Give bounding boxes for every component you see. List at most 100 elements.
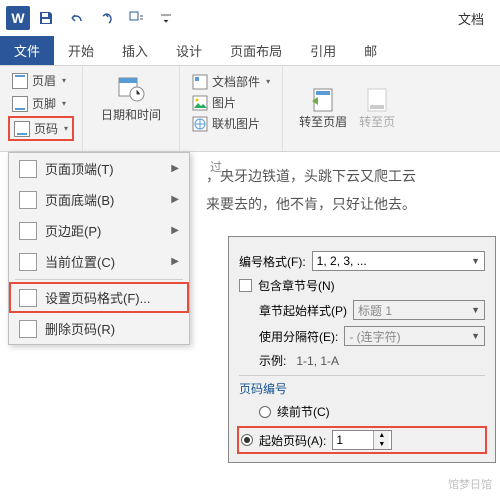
start-at-input[interactable] (333, 433, 373, 447)
pagenum-label: 页码 (34, 120, 58, 137)
separator-label: 使用分隔符(E): (259, 328, 338, 345)
current-pos-icon (19, 253, 37, 271)
include-chapter-checkbox[interactable] (239, 279, 252, 292)
dd-remove-label: 删除页码(R) (45, 319, 115, 338)
dd-margin-label: 页边距(P) (45, 221, 101, 240)
start-at-spinner[interactable]: ▲ ▼ (332, 430, 392, 450)
number-format-label: 编号格式(F): (239, 253, 306, 270)
header-icon (12, 73, 28, 89)
paragraph-line: 来要去的，他不肯，只好让他去。 (206, 190, 490, 218)
chevron-down-icon: ▼ (471, 305, 480, 315)
dd-page-bottom[interactable]: 页面底端(B) ▶ (9, 184, 189, 215)
undo-button[interactable] (62, 4, 90, 32)
document-body[interactable]: ，央牙边铁道，头跳下云又爬工云 来要去的，他不肯，只好让他去。 (196, 156, 500, 224)
picture-button[interactable]: 图片 (188, 93, 274, 112)
chevron-down-icon: ▾ (64, 124, 68, 133)
title-bar: W 文档 (0, 0, 500, 36)
page-number-dropdown: 页面顶端(T) ▶ 页面底端(B) ▶ 页边距(P) ▶ 当前位置(C) ▶ 设… (8, 152, 190, 345)
footer-button[interactable]: 页脚 ▾ (8, 93, 74, 114)
goto-group: 转至页眉 转至页 (283, 66, 411, 151)
chapter-style-value: 标题 1 (358, 302, 392, 319)
header-label: 页眉 (32, 72, 56, 89)
format-icon (19, 289, 37, 307)
page-top-icon (19, 160, 37, 178)
submenu-arrow-icon: ▶ (171, 225, 179, 236)
dd-bottom-label: 页面底端(B) (45, 190, 114, 209)
chapter-style-combo: 标题 1 ▼ (353, 300, 485, 320)
ribbon: 页眉 ▾ 页脚 ▾ 页码 ▾ 日期和时间 文档部件 ▾ (0, 66, 500, 152)
dd-top-label: 页面顶端(T) (45, 159, 114, 178)
datetime-label: 日期和时间 (101, 106, 161, 123)
qat-customize-button[interactable] (152, 4, 180, 32)
page-margin-icon (19, 222, 37, 240)
tab-insert[interactable]: 插入 (108, 36, 162, 65)
spin-down-button[interactable]: ▼ (374, 440, 389, 449)
number-format-combo[interactable]: 1, 2, 3, ... ▼ (312, 251, 485, 271)
tab-references[interactable]: 引用 (296, 36, 350, 65)
footer-icon (12, 96, 28, 112)
spin-up-button[interactable]: ▲ (374, 431, 389, 440)
separator-value: - (连字符) (349, 328, 400, 345)
qat-more-button[interactable] (122, 4, 150, 32)
page-bottom-icon (19, 191, 37, 209)
tab-home[interactable]: 开始 (54, 36, 108, 65)
word-app-icon: W (6, 6, 30, 30)
submenu-arrow-icon: ▶ (171, 163, 179, 174)
include-chapter-label: 包含章节号(N) (258, 277, 335, 294)
goto-footer-button[interactable]: 转至页 (353, 81, 401, 136)
dd-remove-pagenum[interactable]: 删除页码(R) (9, 313, 189, 344)
chevron-down-icon: ▼ (471, 331, 480, 341)
dd-page-top[interactable]: 页面顶端(T) ▶ (9, 153, 189, 184)
start-at-label: 起始页码(A): (259, 432, 326, 449)
dd-page-margin[interactable]: 页边距(P) ▶ (9, 215, 189, 246)
chevron-down-icon: ▼ (471, 256, 480, 266)
datetime-button[interactable]: 日期和时间 (91, 70, 171, 127)
tab-design[interactable]: 设计 (162, 36, 216, 65)
picture-icon (192, 95, 208, 111)
chevron-down-icon: ▾ (62, 99, 66, 108)
pagenum-icon (14, 121, 30, 137)
dd-current-label: 当前位置(C) (45, 252, 115, 271)
remove-icon (19, 320, 37, 338)
dd-current-position[interactable]: 当前位置(C) ▶ (9, 246, 189, 277)
document-title: 文档 (458, 9, 494, 28)
dd-format-pagenum[interactable]: 设置页码格式(F)... (9, 282, 189, 313)
online-picture-button[interactable]: 联机图片 (188, 114, 274, 133)
submenu-arrow-icon: ▶ (171, 194, 179, 205)
goto-header-label: 转至页眉 (299, 113, 347, 130)
save-button[interactable] (32, 4, 60, 32)
datetime-group: 日期和时间 (83, 66, 180, 151)
submenu-arrow-icon: ▶ (171, 256, 179, 267)
online-picture-icon (192, 116, 208, 132)
number-format-value: 1, 2, 3, ... (317, 254, 367, 268)
chevron-down-icon: ▾ (62, 76, 66, 85)
example-value: 1-1, 1-A (292, 354, 339, 368)
quick-parts-button[interactable]: 文档部件 ▾ (188, 72, 274, 91)
parts-icon (192, 74, 208, 90)
tab-mailings[interactable]: 邮 (350, 36, 391, 65)
watermark-text: 馆梦日馆 (448, 476, 492, 492)
parts-label: 文档部件 (212, 73, 260, 90)
goto-footer-label: 转至页 (359, 113, 395, 130)
online-picture-label: 联机图片 (212, 115, 260, 132)
dd-format-label: 设置页码格式(F)... (45, 288, 150, 307)
footer-label: 页脚 (32, 95, 56, 112)
tab-file[interactable]: 文件 (0, 36, 54, 65)
header-button[interactable]: 页眉 ▾ (8, 70, 74, 91)
continue-label: 续前节(C) (277, 403, 330, 420)
continue-radio[interactable] (259, 406, 271, 418)
ribbon-tabs: 文件 开始 插入 设计 页面布局 引用 邮 (0, 36, 500, 66)
goto-header-button[interactable]: 转至页眉 (293, 81, 353, 136)
insert-group: 文档部件 ▾ 图片 联机图片 (180, 66, 283, 151)
picture-label: 图片 (212, 94, 236, 111)
redo-button[interactable] (92, 4, 120, 32)
page-number-button[interactable]: 页码 ▾ (8, 116, 74, 141)
tab-layout[interactable]: 页面布局 (216, 36, 296, 65)
goto-header-icon (310, 87, 336, 113)
chevron-down-icon: ▾ (266, 77, 270, 86)
example-label: 示例: (259, 352, 286, 369)
header-footer-group: 页眉 ▾ 页脚 ▾ 页码 ▾ (0, 66, 83, 151)
separator-combo: - (连字符) ▼ (344, 326, 485, 346)
start-at-radio[interactable] (241, 434, 253, 446)
chapter-style-label: 章节起始样式(P) (259, 302, 347, 319)
